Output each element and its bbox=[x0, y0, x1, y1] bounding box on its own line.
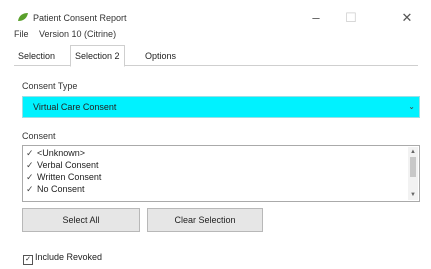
checkbox-checked-icon: ✓ bbox=[23, 255, 33, 265]
list-item[interactable]: ✓ No Consent bbox=[26, 183, 85, 195]
list-item[interactable]: ✓ Verbal Consent bbox=[26, 159, 99, 171]
menu-bar: File Version 10 (Citrine) bbox=[14, 29, 124, 43]
maximize-button[interactable]: ☐ bbox=[336, 8, 366, 28]
list-item-label: Written Consent bbox=[37, 172, 102, 182]
clear-selection-button[interactable]: Clear Selection bbox=[147, 208, 263, 232]
scroll-up-icon[interactable]: ▲ bbox=[408, 147, 418, 157]
leaf-app-icon bbox=[18, 13, 28, 21]
include-revoked-label: Include Revoked bbox=[35, 252, 103, 262]
list-item-label: No Consent bbox=[37, 184, 85, 194]
chevron-down-icon: ⌄ bbox=[408, 102, 415, 111]
window-title: Patient Consent Report bbox=[33, 13, 127, 23]
consent-label: Consent bbox=[22, 131, 56, 141]
tab-selection-2[interactable]: Selection 2 bbox=[70, 45, 125, 67]
list-item-label: <Unknown> bbox=[37, 148, 86, 158]
scroll-thumb[interactable] bbox=[410, 157, 416, 177]
consent-type-label: Consent Type bbox=[22, 81, 78, 91]
include-revoked-checkbox[interactable]: ✓ Include Revoked bbox=[23, 252, 102, 265]
menu-version[interactable]: Version 10 (Citrine) bbox=[39, 29, 116, 39]
tab-selection[interactable]: Selection bbox=[14, 48, 59, 64]
tab-strip: Selection Selection 2 Options bbox=[14, 45, 418, 67]
title-bar: Patient Consent Report – ☐ ✕ bbox=[0, 0, 431, 32]
list-item-label: Verbal Consent bbox=[37, 160, 99, 170]
list-item[interactable]: ✓ Written Consent bbox=[26, 171, 101, 183]
scroll-down-icon[interactable]: ▼ bbox=[408, 190, 418, 200]
select-all-button[interactable]: Select All bbox=[22, 208, 140, 232]
tab-options[interactable]: Options bbox=[141, 48, 180, 64]
checkmark-icon: ✓ bbox=[26, 148, 34, 158]
list-scrollbar[interactable]: ▲ ▼ bbox=[408, 147, 418, 200]
consent-type-dropdown[interactable]: Virtual Care Consent ⌄ bbox=[22, 96, 420, 118]
close-button[interactable]: ✕ bbox=[392, 8, 422, 28]
checkmark-icon: ✓ bbox=[26, 160, 34, 170]
list-item[interactable]: ✓ <Unknown> bbox=[26, 147, 85, 159]
menu-file[interactable]: File bbox=[14, 29, 29, 39]
consent-type-selected: Virtual Care Consent bbox=[33, 102, 117, 112]
minimize-button[interactable]: – bbox=[301, 8, 331, 28]
consent-listbox[interactable]: ✓ <Unknown> ✓ Verbal Consent ✓ Written Cons… bbox=[22, 145, 420, 202]
checkmark-icon: ✓ bbox=[26, 184, 34, 194]
checkmark-icon: ✓ bbox=[26, 172, 34, 182]
